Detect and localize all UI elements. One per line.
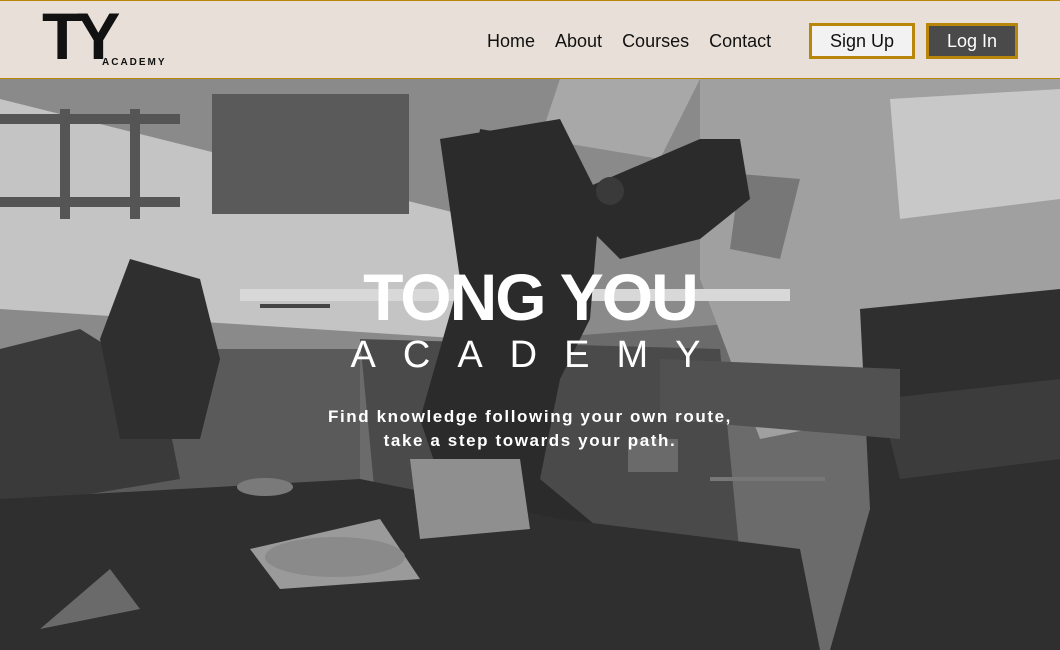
hero-title: TONG YOU bbox=[363, 260, 699, 334]
nav-link-contact[interactable]: Contact bbox=[709, 31, 771, 52]
hero-section: TONG YOU ACADEMY Find knowledge followin… bbox=[0, 79, 1060, 650]
hero-subtitle: ACADEMY bbox=[350, 334, 728, 376]
hero-tagline-line2: take a step towards your path. bbox=[383, 431, 677, 450]
log-in-button[interactable]: Log In bbox=[926, 23, 1018, 59]
hero-tagline-line1: Find knowledge following your own route, bbox=[328, 407, 732, 426]
nav-link-about[interactable]: About bbox=[555, 31, 602, 52]
nav-link-home[interactable]: Home bbox=[487, 31, 535, 52]
logo[interactable]: TY ACADEMY bbox=[42, 3, 167, 71]
nav-link-courses[interactable]: Courses bbox=[622, 31, 689, 52]
sign-up-button[interactable]: Sign Up bbox=[809, 23, 915, 59]
nav-links: Home About Courses Contact bbox=[487, 31, 791, 52]
hero-tagline: Find knowledge following your own route,… bbox=[0, 405, 1060, 453]
logo-subtitle: ACADEMY bbox=[102, 57, 167, 68]
navbar: TY ACADEMY Home About Courses Contact Si… bbox=[0, 0, 1060, 79]
